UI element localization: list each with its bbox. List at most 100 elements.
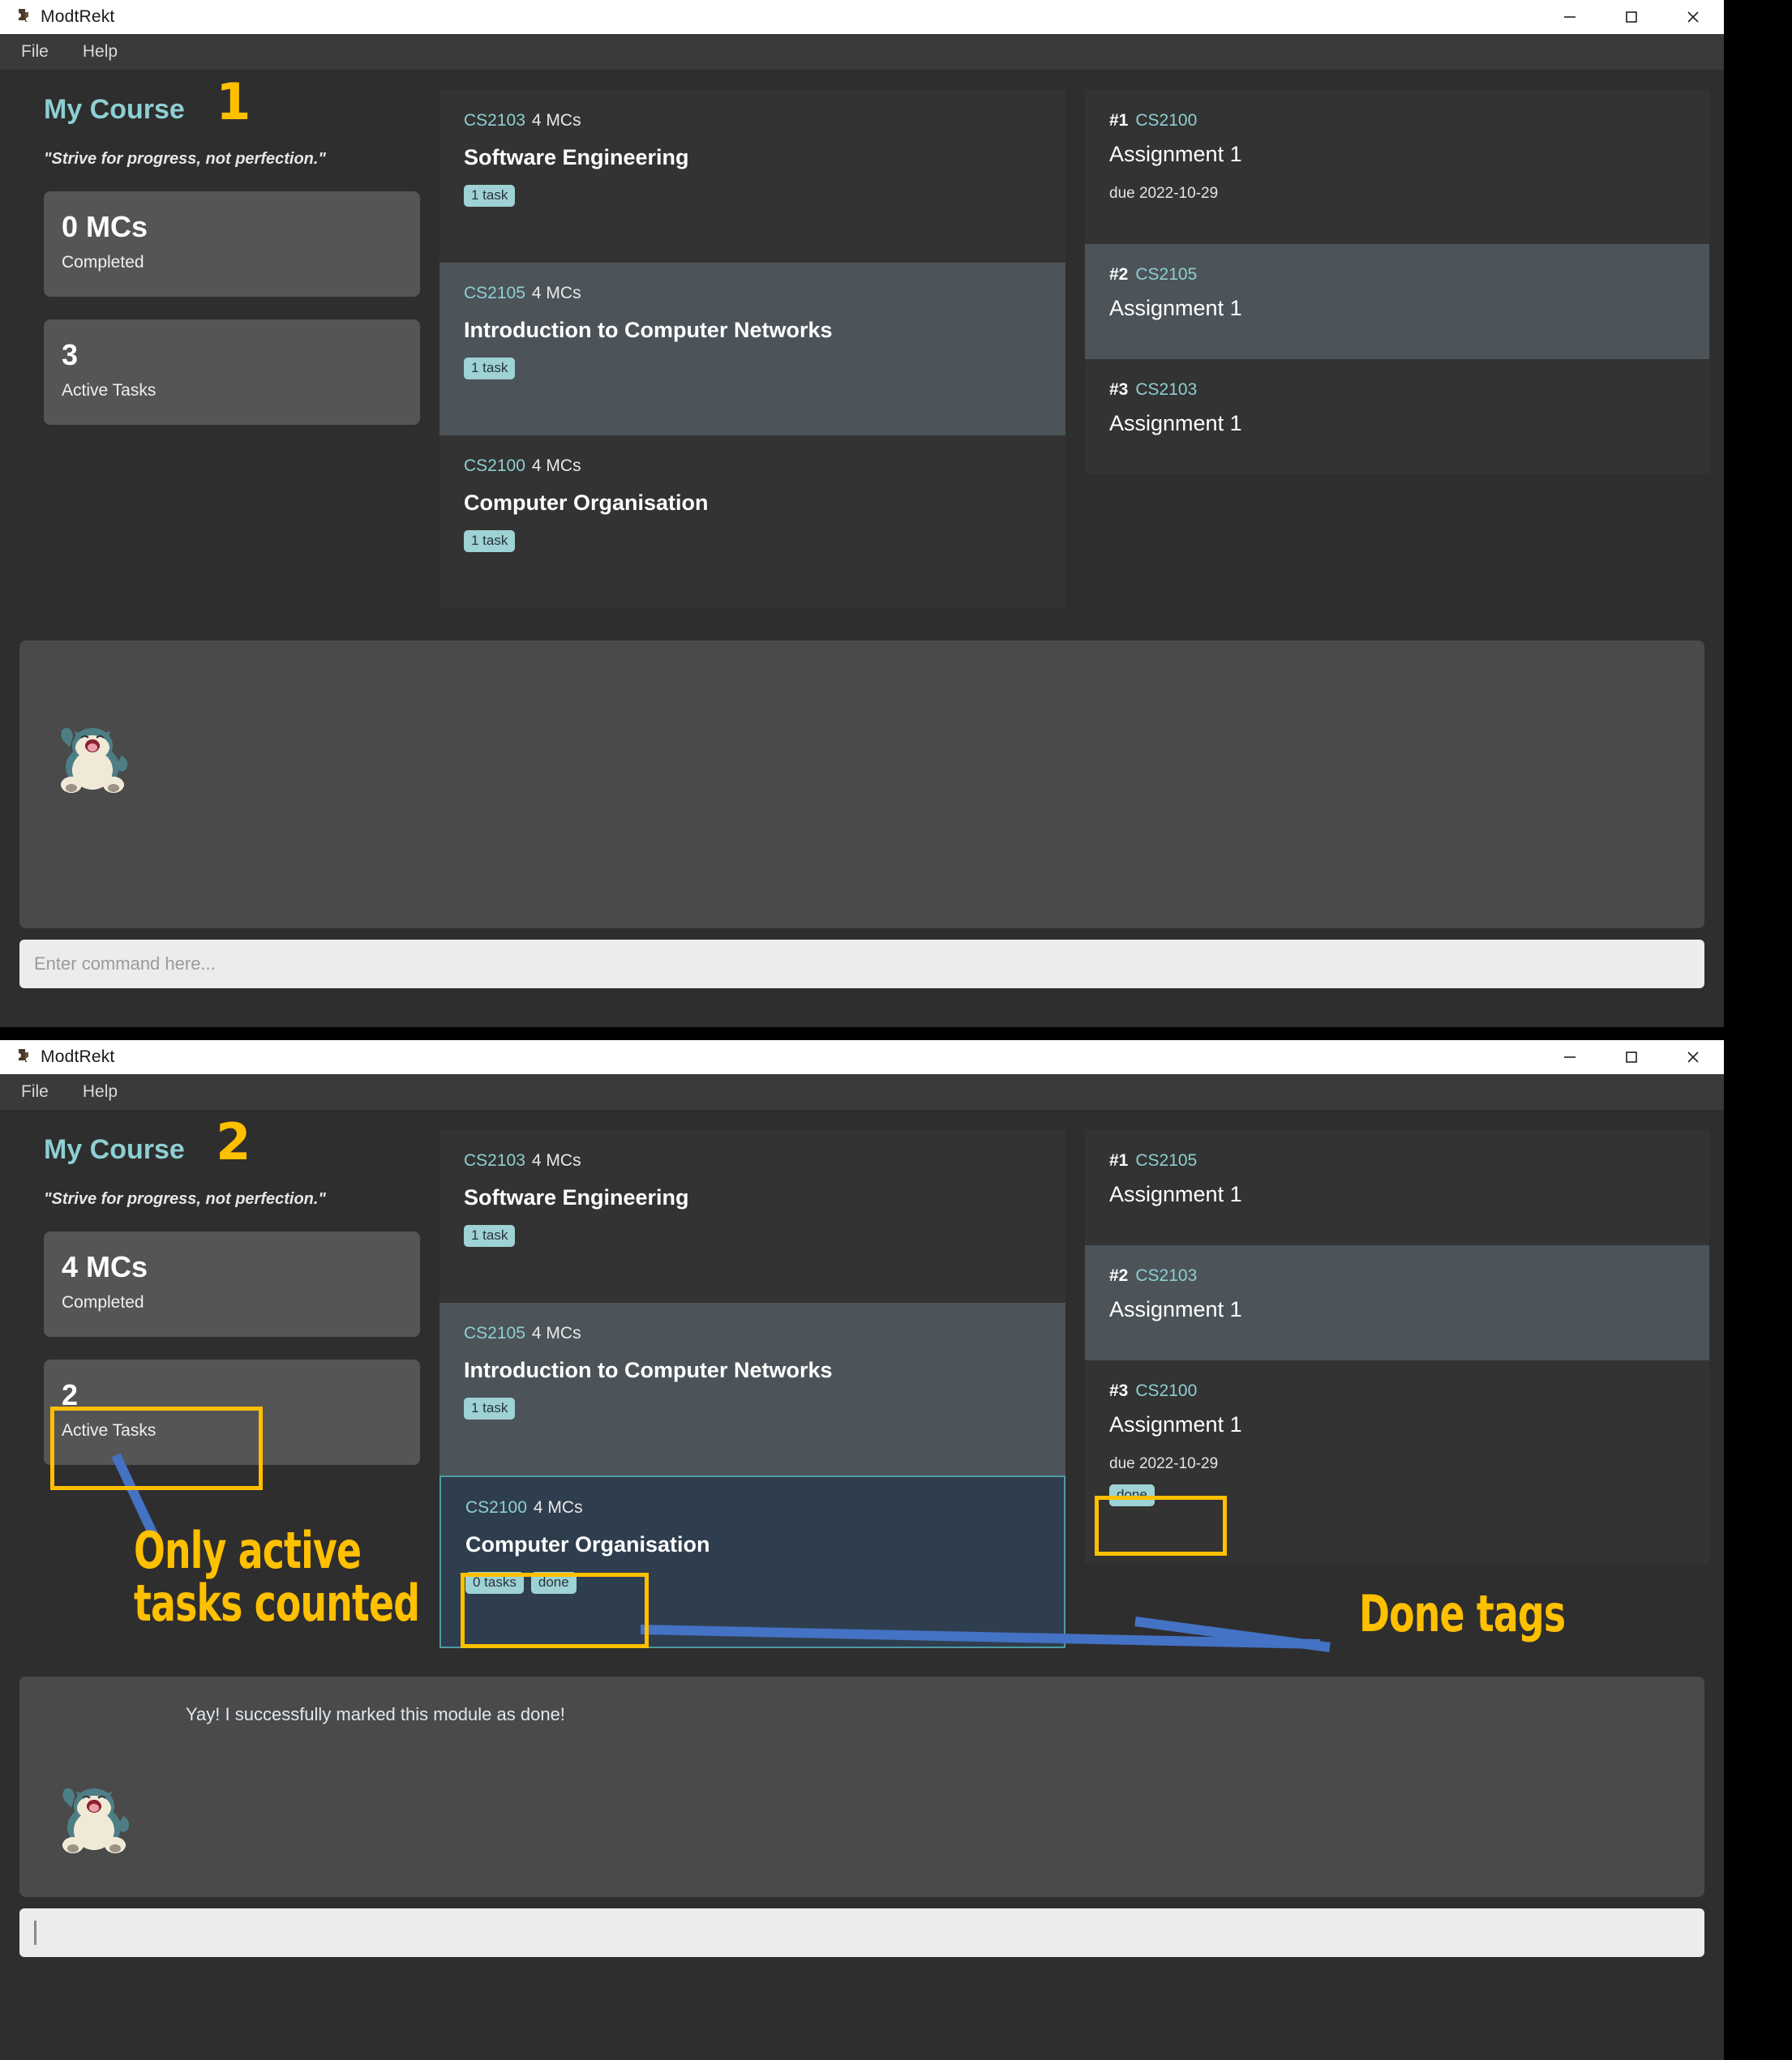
task-module-code: CS2105 — [1135, 1151, 1198, 1170]
menu-item-help[interactable]: Help — [70, 1082, 131, 1102]
stat-label: Active Tasks — [62, 380, 156, 400]
annotation-marker-1: 1 — [216, 72, 251, 131]
window-controls — [1539, 1040, 1724, 1074]
chat-panel: Yay! I successfully marked this module a… — [19, 1677, 1704, 1897]
stat-label: Active Tasks — [62, 1420, 156, 1440]
task-list[interactable]: #1 CS2100 Assignment 1 due 2022-10-29 #2 C… — [1085, 90, 1709, 608]
task-name: Assignment 1 — [1109, 296, 1242, 320]
module-done-tag: done — [530, 1572, 577, 1594]
module-card[interactable]: CS2105 4 MCs Introduction to Computer Net… — [439, 263, 1065, 435]
annotation-label-done-tags: Done tags — [1359, 1584, 1566, 1643]
task-card[interactable]: #1 CS2100 Assignment 1 due 2022-10-29 — [1085, 90, 1709, 244]
menu-item-file[interactable]: File — [8, 1082, 62, 1102]
course-summary-panel: My Course 1 "Strive for progress, not pe… — [15, 77, 420, 608]
task-module-code: CS2105 — [1135, 265, 1198, 284]
task-due-date: due 2022-10-29 — [1109, 1455, 1219, 1472]
task-rank: #2 — [1109, 265, 1129, 284]
module-code: CS2100 — [464, 456, 525, 475]
window-title: ModtRekt — [41, 1047, 115, 1066]
title-bar[interactable]: ModtRekt — [0, 0, 1724, 34]
app-window-1: ModtRekt File Help My Course 1 "Strive f… — [0, 0, 1724, 1027]
module-task-count-tag: 1 task — [464, 1398, 516, 1420]
module-list[interactable]: CS2103 4 MCs Software Engineering 1 task … — [439, 1130, 1065, 1648]
close-button[interactable] — [1662, 1040, 1724, 1074]
maximize-button[interactable] — [1601, 1040, 1662, 1074]
task-rank: #3 — [1109, 380, 1129, 399]
stat-value: 0 MCs — [62, 209, 148, 243]
task-due-date: due 2022-10-29 — [1109, 185, 1219, 202]
task-name: Assignment 1 — [1109, 411, 1242, 435]
stat-card-active-tasks: 2 Active Tasks — [44, 1359, 420, 1465]
chat-panel — [19, 640, 1704, 928]
text-cursor-icon — [34, 1921, 36, 1945]
module-task-count-tag: 1 task — [464, 1225, 516, 1247]
module-mcs: 4 MCs — [531, 1151, 581, 1170]
stat-card-completed-mcs: 4 MCs Completed — [44, 1231, 420, 1337]
module-mcs: 4 MCs — [531, 456, 581, 475]
task-card[interactable]: #2 CS2103 Assignment 1 — [1085, 1245, 1709, 1360]
task-done-tag: done — [1109, 1484, 1155, 1506]
task-module-code: CS2100 — [1135, 111, 1198, 130]
command-input[interactable]: Enter command here... — [19, 940, 1704, 988]
module-mcs: 4 MCs — [533, 1498, 583, 1517]
command-input[interactable] — [19, 1908, 1704, 1957]
app-icon — [11, 1047, 32, 1068]
annotation-marker-2: 2 — [216, 1112, 251, 1171]
command-bar: Enter command here... — [0, 928, 1724, 1003]
module-card[interactable]: CS2100 4 MCs Computer Organisation 1 task — [439, 435, 1065, 608]
module-mcs: 4 MCs — [531, 284, 581, 302]
stat-label: Completed — [62, 1292, 144, 1312]
command-placeholder: Enter command here... — [34, 953, 216, 974]
module-card-selected[interactable]: CS2100 4 MCs Computer Organisation 0 task… — [439, 1475, 1065, 1648]
module-name: Software Engineering — [464, 1185, 689, 1210]
module-name: Introduction to Computer Networks — [464, 1358, 833, 1382]
stat-label: Completed — [62, 252, 144, 272]
module-code: CS2105 — [464, 284, 525, 302]
minimize-button[interactable] — [1539, 0, 1601, 34]
motivational-quote: "Strive for progress, not perfection." — [44, 1189, 326, 1208]
task-card[interactable]: #3 CS2103 Assignment 1 — [1085, 359, 1709, 474]
maximize-button[interactable] — [1601, 0, 1662, 34]
task-card[interactable]: #2 CS2105 Assignment 1 — [1085, 244, 1709, 359]
task-list[interactable]: #1 CS2105 Assignment 1 #2 CS2103 Assignmen… — [1085, 1130, 1709, 1648]
menu-item-help[interactable]: Help — [70, 42, 131, 62]
module-card[interactable]: CS2103 4 MCs Software Engineering 1 task — [439, 1130, 1065, 1303]
app-icon — [11, 6, 32, 28]
task-module-code: CS2103 — [1135, 1266, 1198, 1285]
snorlax-avatar-icon — [52, 713, 133, 794]
stat-card-completed-mcs: 0 MCs Completed — [44, 191, 420, 297]
module-code: CS2100 — [465, 1498, 527, 1517]
close-button[interactable] — [1662, 0, 1724, 34]
module-task-count-tag: 1 task — [464, 185, 516, 207]
motivational-quote: "Strive for progress, not perfection." — [44, 149, 326, 168]
stat-value: 2 — [62, 1377, 79, 1411]
module-code: CS2105 — [464, 1324, 525, 1343]
module-code: CS2103 — [464, 111, 525, 130]
task-rank: #3 — [1109, 1381, 1129, 1400]
task-rank: #1 — [1109, 1151, 1129, 1170]
task-name: Assignment 1 — [1109, 1182, 1242, 1206]
window-controls — [1539, 0, 1724, 34]
task-name: Assignment 1 — [1109, 1412, 1242, 1437]
menu-bar: File Help — [0, 34, 1724, 71]
module-name: Computer Organisation — [464, 490, 709, 515]
task-rank: #2 — [1109, 1266, 1129, 1285]
module-task-count-tag: 1 task — [464, 358, 516, 379]
task-name: Assignment 1 — [1109, 142, 1242, 166]
task-card[interactable]: #3 CS2100 Assignment 1 due 2022-10-29 don… — [1085, 1360, 1709, 1563]
module-card[interactable]: CS2105 4 MCs Introduction to Computer Net… — [439, 1303, 1065, 1475]
module-name: Software Engineering — [464, 145, 689, 169]
task-name: Assignment 1 — [1109, 1297, 1242, 1321]
module-task-count-tag: 1 task — [464, 530, 516, 552]
module-card[interactable]: CS2103 4 MCs Software Engineering 1 task — [439, 90, 1065, 263]
command-bar — [0, 1897, 1724, 1972]
chat-message: Yay! I successfully marked this module a… — [186, 1704, 565, 1724]
menu-item-file[interactable]: File — [8, 42, 62, 62]
menu-bar: File Help — [0, 1074, 1724, 1111]
minimize-button[interactable] — [1539, 1040, 1601, 1074]
title-bar[interactable]: ModtRekt — [0, 1040, 1724, 1074]
task-card[interactable]: #1 CS2105 Assignment 1 — [1085, 1130, 1709, 1245]
page-title: My Course — [44, 1134, 185, 1166]
task-module-code: CS2100 — [1135, 1381, 1198, 1400]
module-list[interactable]: CS2103 4 MCs Software Engineering 1 task … — [439, 90, 1065, 608]
